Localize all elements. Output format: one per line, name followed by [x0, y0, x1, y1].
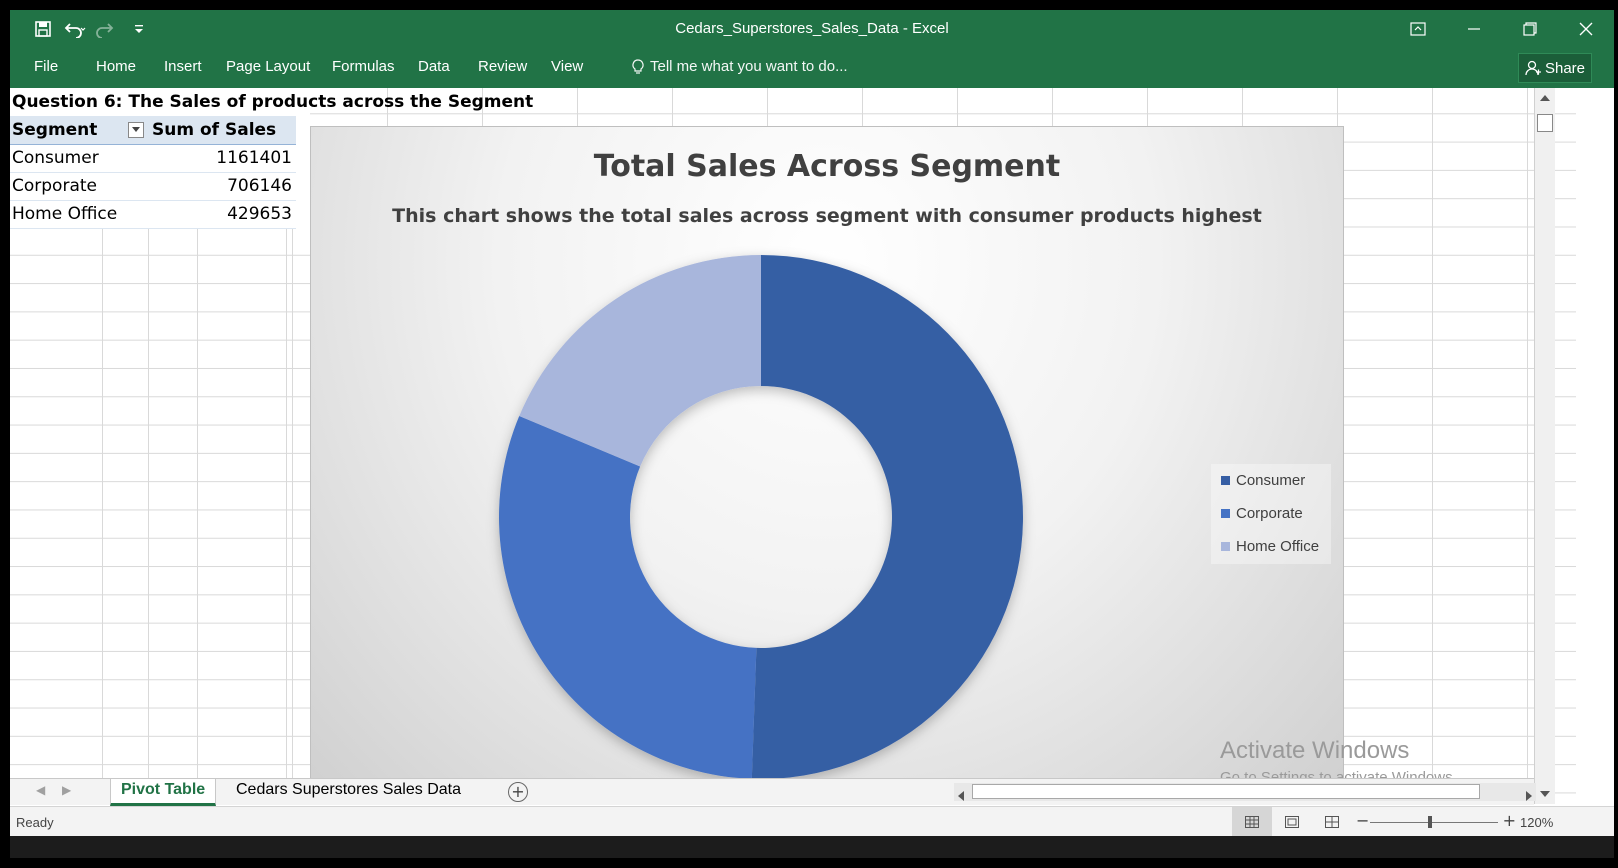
minimize-icon[interactable]: [1446, 10, 1502, 48]
share-button[interactable]: Share: [1518, 53, 1592, 83]
chart-subtitle[interactable]: This chart shows the total sales across …: [311, 205, 1343, 227]
tab-insert[interactable]: Insert: [164, 58, 202, 75]
window-controls: [1390, 10, 1614, 48]
horizontal-scroll-track[interactable]: [972, 784, 1480, 799]
legend-label: Corporate: [1236, 505, 1303, 522]
page-break-view-icon[interactable]: [1312, 807, 1352, 837]
row-value: 1161401: [216, 148, 292, 168]
tab-home[interactable]: Home: [96, 58, 136, 75]
donut-chart[interactable]: Total Sales Across Segment This chart sh…: [310, 126, 1344, 804]
tab-data[interactable]: Data: [418, 58, 450, 75]
question-title: Question 6: The Sales of products across…: [12, 92, 534, 112]
pivot-header-sum-of-sales[interactable]: Sum of Sales: [152, 116, 276, 144]
row-label: Consumer: [12, 148, 99, 168]
tab-page-layout[interactable]: Page Layout: [226, 58, 310, 75]
zoom-slider[interactable]: − +: [1356, 811, 1516, 830]
scroll-left-icon[interactable]: [958, 786, 964, 805]
scroll-right-icon[interactable]: [1526, 786, 1532, 805]
legend-item-corporate: Corporate: [1221, 505, 1303, 522]
sheet-tab-sales-data[interactable]: Cedars Superstores Sales Data: [226, 779, 471, 803]
table-row[interactable]: Corporate 706146: [10, 172, 296, 201]
row-label: Corporate: [12, 176, 97, 196]
vertical-scroll-thumb[interactable]: [1537, 114, 1553, 132]
horizontal-scrollbar[interactable]: [954, 783, 1536, 801]
page-layout-view-icon[interactable]: [1272, 807, 1312, 837]
tab-view[interactable]: View: [551, 58, 583, 75]
share-label: Share: [1544, 59, 1586, 77]
tell-me-search[interactable]: Tell me what you want to do...: [632, 58, 848, 75]
donut-plot[interactable]: [481, 237, 1041, 797]
close-icon[interactable]: [1558, 10, 1614, 48]
chart-legend[interactable]: Consumer Corporate Home Office: [1211, 464, 1331, 564]
donut-slice-corporate[interactable]: [498, 416, 757, 779]
scroll-down-icon[interactable]: [1537, 786, 1553, 802]
chart-title[interactable]: Total Sales Across Segment: [311, 149, 1343, 184]
status-bar: Ready − + 120%: [10, 806, 1614, 837]
legend-label: Consumer: [1236, 472, 1306, 489]
tab-scroll-left-icon[interactable]: ◀: [36, 783, 45, 797]
normal-view-icon[interactable]: [1232, 807, 1272, 837]
legend-label: Home Office: [1236, 538, 1320, 555]
legend-item-consumer: Consumer: [1221, 472, 1305, 489]
ribbon-display-options-icon[interactable]: [1390, 10, 1446, 48]
pivot-header-row: Segment Sum of Sales: [10, 116, 296, 145]
watermark-line1: Activate Windows: [1220, 737, 1410, 764]
lightbulb-icon: [632, 58, 644, 74]
zoom-level[interactable]: 120%: [1520, 815, 1553, 830]
legend-swatch: [1221, 509, 1230, 518]
excel-window: Cedars_Superstores_Sales_Data - Excel Fi…: [10, 10, 1614, 858]
legend-item-home-office: Home Office: [1221, 538, 1319, 555]
filter-dropdown-icon[interactable]: [128, 122, 144, 138]
row-value: 706146: [227, 176, 292, 196]
add-sheet-icon[interactable]: +: [508, 782, 528, 802]
sheet-tab-strip: ◀ ▶ Pivot Table Cedars Superstores Sales…: [10, 778, 1536, 806]
worksheet-grid[interactable]: Question 6: The Sales of products across…: [10, 88, 1576, 804]
taskbar: [10, 836, 1614, 858]
tab-formulas[interactable]: Formulas: [332, 58, 395, 75]
status-ready: Ready: [16, 815, 54, 830]
table-row[interactable]: Home Office 429653: [10, 200, 296, 229]
title-bar: Cedars_Superstores_Sales_Data - Excel: [10, 10, 1614, 48]
person-icon: [1525, 60, 1541, 76]
ribbon-tabs: File Home Insert Page Layout Formulas Da…: [10, 48, 1614, 88]
zoom-thumb[interactable]: [1428, 816, 1432, 828]
scroll-up-icon[interactable]: [1537, 90, 1553, 106]
table-row[interactable]: Consumer 1161401: [10, 144, 296, 173]
row-value: 429653: [227, 204, 292, 224]
sheet-tab-pivot-table[interactable]: Pivot Table: [110, 779, 217, 806]
pivot-header-segment[interactable]: Segment: [12, 116, 97, 144]
view-buttons: [1232, 807, 1352, 837]
restore-icon[interactable]: [1502, 10, 1558, 48]
vertical-scrollbar[interactable]: [1534, 88, 1555, 804]
row-label: Home Office: [12, 204, 118, 224]
tab-file[interactable]: File: [34, 58, 58, 75]
tab-scroll-right-icon[interactable]: ▶: [62, 783, 71, 797]
donut-slice-consumer[interactable]: [751, 255, 1023, 779]
legend-swatch: [1221, 542, 1230, 551]
tab-review[interactable]: Review: [478, 58, 527, 75]
tell-me-text: Tell me what you want to do...: [650, 58, 848, 75]
zoom-out-icon[interactable]: −: [1356, 811, 1369, 830]
legend-swatch: [1221, 476, 1230, 485]
document-title: Cedars_Superstores_Sales_Data - Excel: [675, 20, 949, 37]
zoom-in-icon[interactable]: +: [1503, 811, 1516, 830]
